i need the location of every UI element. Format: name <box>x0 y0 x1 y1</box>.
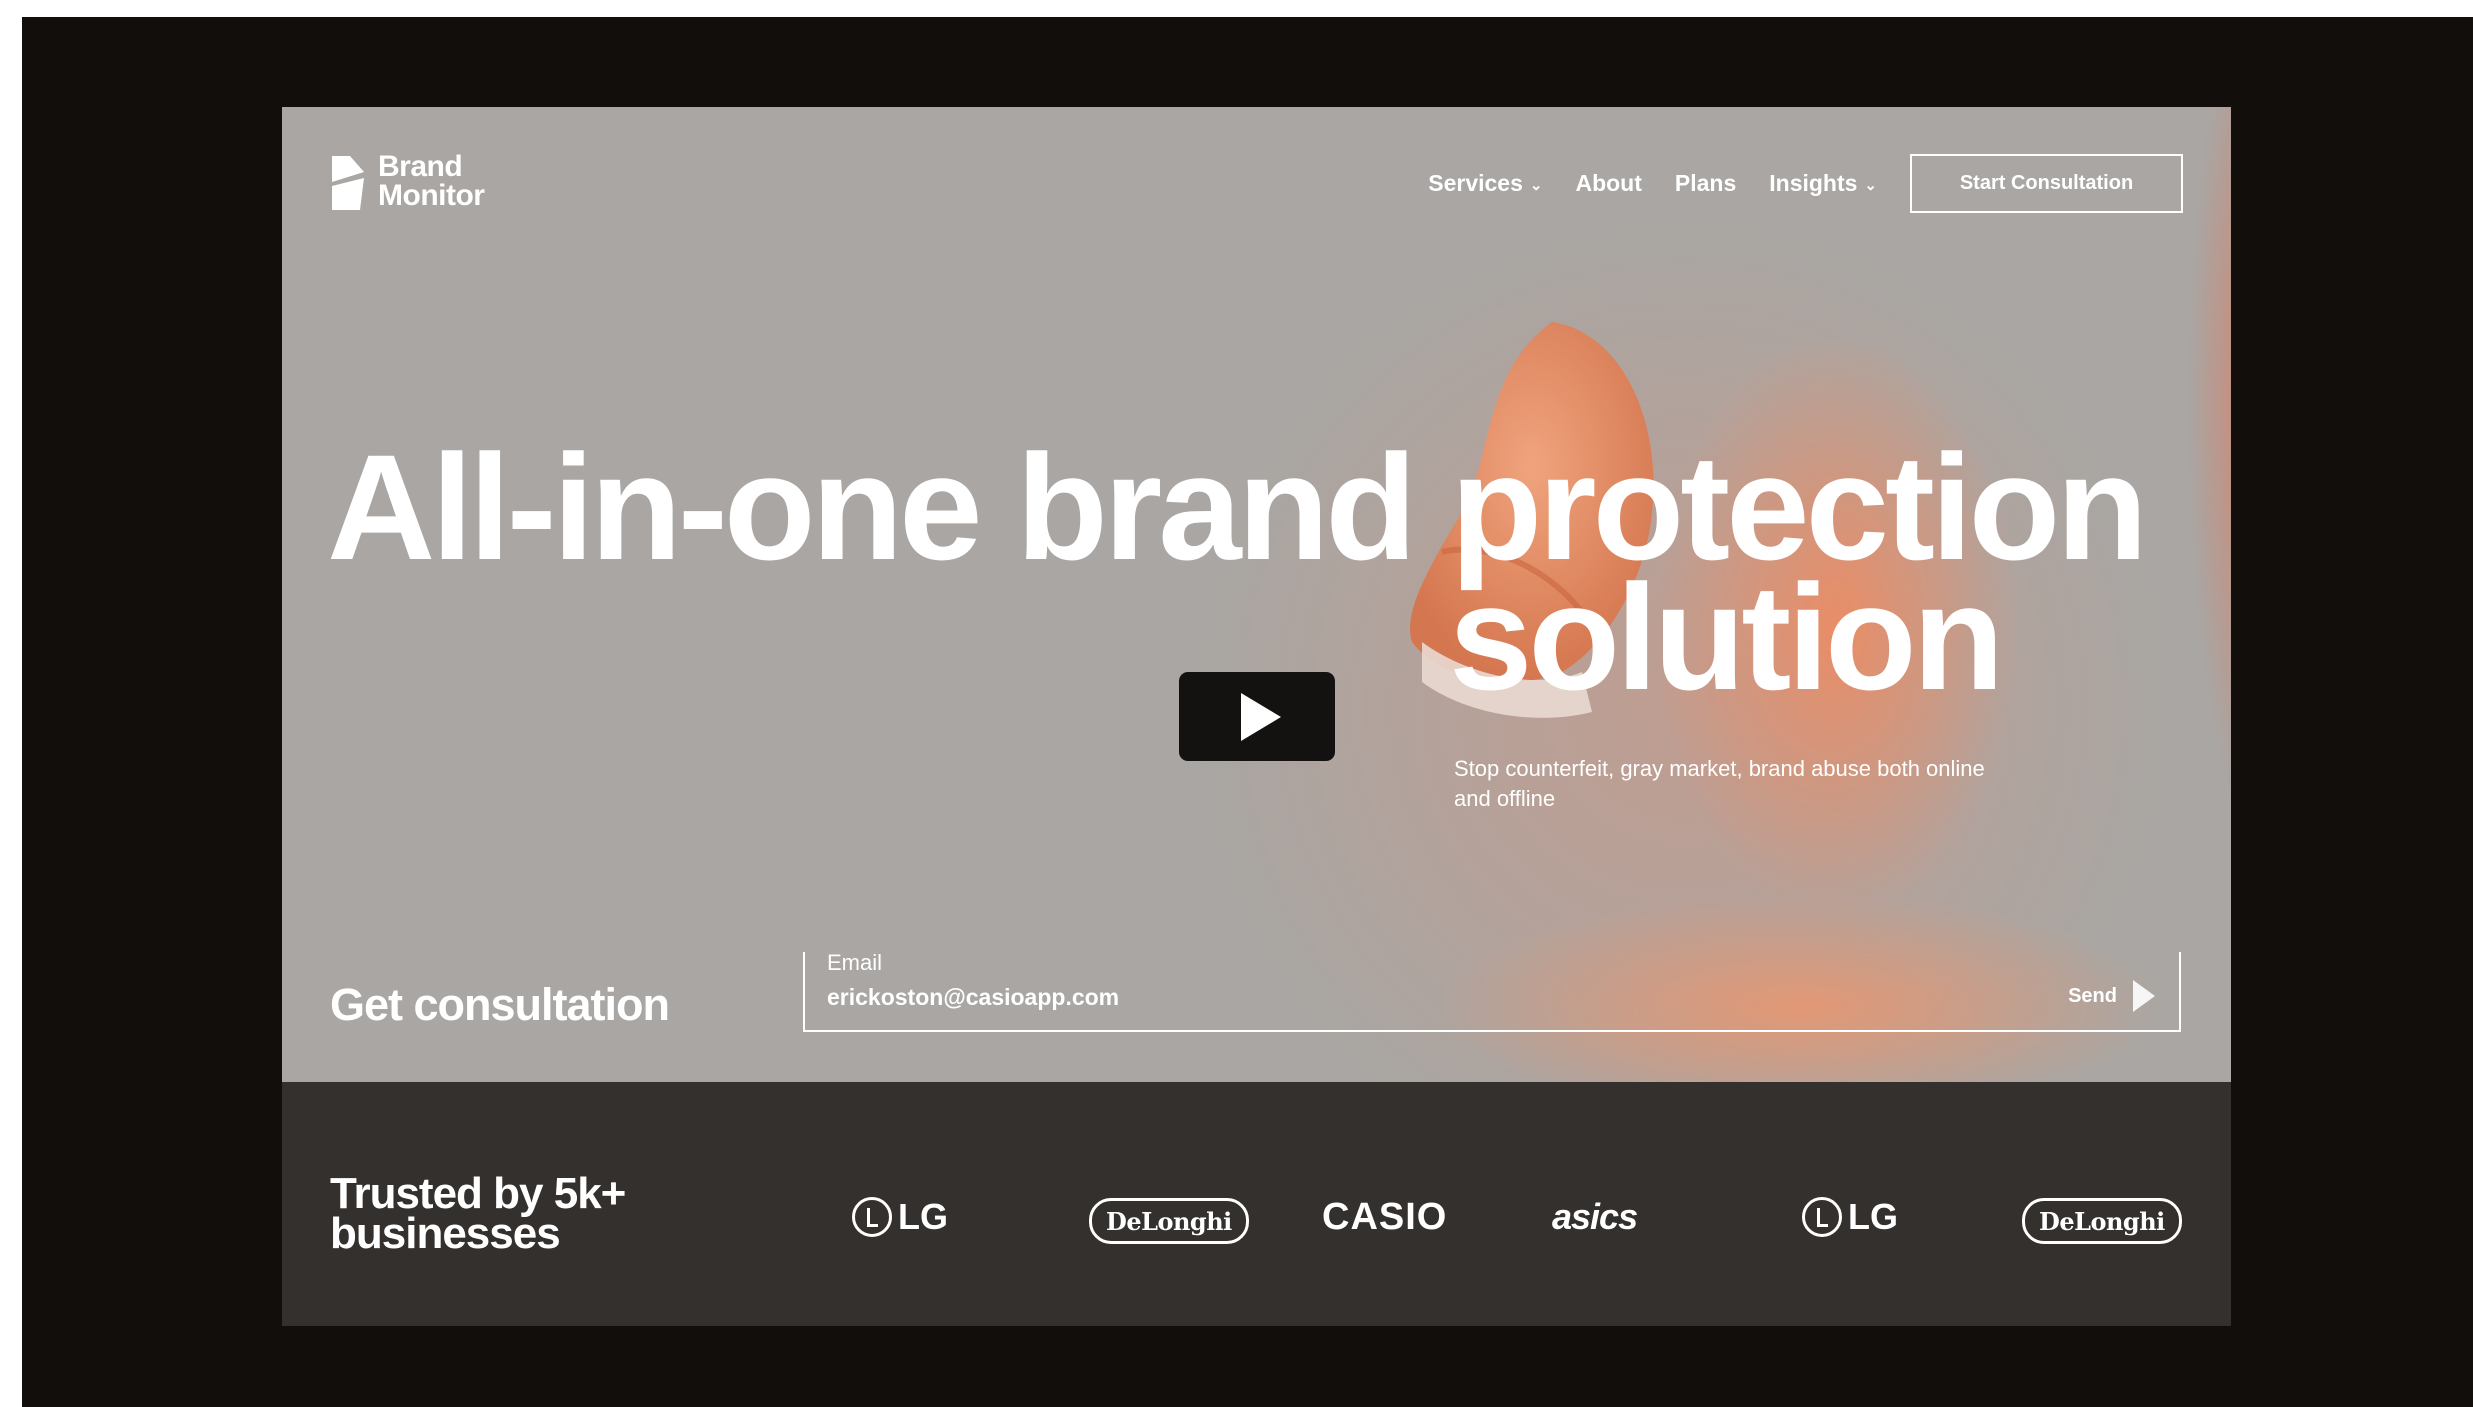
trusted-section: Trusted by 5k+ businesses LG DeLonghi CA… <box>282 1082 2231 1326</box>
client-logo-label: LG <box>1848 1196 1898 1237</box>
logo-icon <box>332 156 364 210</box>
email-label: Email <box>827 950 883 975</box>
client-logo-asics: asics <box>1552 1192 1638 1242</box>
client-logos: LG DeLonghi CASIO asics LG DeLonghi <box>842 1192 2202 1244</box>
chevron-down-icon: ⌄ <box>1864 176 1877 194</box>
start-consultation-button[interactable]: Start Consultation <box>1910 154 2183 213</box>
get-consultation-title: Get consultation <box>330 979 670 1030</box>
lg-icon <box>1802 1197 1842 1237</box>
client-logo-delonghi: DeLonghi <box>2022 1198 2182 1244</box>
play-icon <box>1241 692 1281 741</box>
client-logo-casio: CASIO <box>1322 1192 1447 1242</box>
nav-plans[interactable]: Plans <box>1675 170 1736 197</box>
client-logo-lg: LG <box>1802 1192 1898 1242</box>
trusted-title: Trusted by 5k+ businesses <box>330 1169 626 1258</box>
trusted-title-line-1: Trusted by 5k+ <box>330 1169 626 1218</box>
hero-headline: All-in-one brand protection solution <box>327 432 2207 712</box>
hero-subline: Stop counterfeit, gray market, brand abu… <box>1454 756 1985 811</box>
main-nav: Services ⌄ About Plans Insights ⌄ Start … <box>1428 154 2183 213</box>
arrow-right-icon <box>2133 980 2155 1012</box>
brand-logo[interactable]: Brand Monitor <box>330 150 485 212</box>
nav-plans-label: Plans <box>1674 170 1737 196</box>
client-logo-label: LG <box>898 1196 948 1237</box>
nav-insights-label: Insights <box>1769 170 1858 196</box>
client-logo-delonghi: DeLonghi <box>1089 1198 1249 1244</box>
nav-services[interactable]: Services ⌄ <box>1428 170 1542 197</box>
logo-wordmark: Brand Monitor <box>378 150 485 212</box>
client-logo-label: DeLonghi <box>1106 1206 1232 1236</box>
client-logo-label: asics <box>1552 1196 1638 1237</box>
nav-about-label: About <box>1575 170 1642 196</box>
send-label: Send <box>2068 984 2117 1007</box>
chevron-down-icon: ⌄ <box>1529 176 1543 194</box>
lg-icon <box>852 1197 892 1237</box>
send-button[interactable]: Send <box>2068 980 2155 1012</box>
client-logo-label: CASIO <box>1322 1195 1448 1238</box>
email-form: Email Send <box>803 950 2181 1032</box>
client-logo-label: DeLonghi <box>2039 1206 2165 1236</box>
nav-insights[interactable]: Insights ⌄ <box>1769 170 1877 197</box>
trusted-title-line-2: businesses <box>330 1209 561 1258</box>
logo-line-2: Monitor <box>378 179 485 212</box>
client-logo-lg: LG <box>852 1192 948 1242</box>
hero-section: Brand Monitor Services ⌄ About Plans Ins… <box>282 107 2231 1082</box>
email-field[interactable] <box>827 984 1527 1011</box>
nav-services-label: Services <box>1428 170 1523 196</box>
logo-line-1: Brand <box>378 150 463 183</box>
play-video-button[interactable] <box>1179 672 1335 761</box>
nav-about[interactable]: About <box>1575 170 1641 197</box>
